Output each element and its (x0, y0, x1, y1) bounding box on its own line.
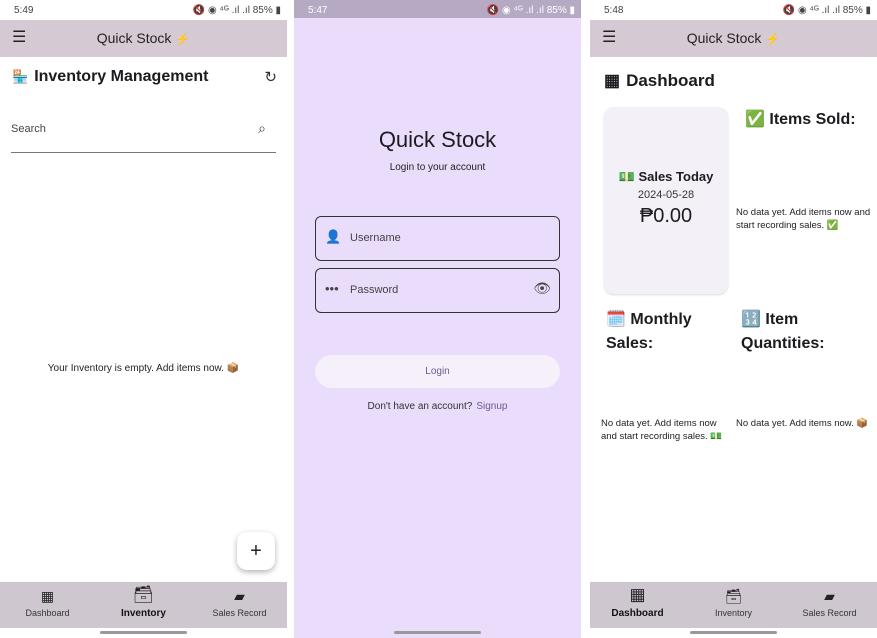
item-quantities-title: 🔢 Item Quantities: (741, 311, 825, 352)
dashboard-icon: ▦ (40, 588, 55, 604)
items-sold-message: No data yet. Add items now and start rec… (736, 207, 871, 231)
nav-label: Dashboard (25, 608, 70, 618)
signup-prompt: Don't have an account? Signup (294, 401, 581, 412)
add-item-button[interactable]: + (237, 532, 275, 570)
page-title-text: Dashboard (626, 71, 715, 90)
monthly-sales-title: 🗓️ Monthly Sales: (606, 311, 692, 352)
username-placeholder: Username (350, 232, 401, 244)
status-bar: 5:48 🔇 ◉ ⁴ᴳ .ıl .ıl 85% ▮ (590, 0, 877, 20)
sales-today-date: 2024-05-28 (637, 189, 695, 201)
page-title: 🏪 Inventory Management (12, 68, 208, 86)
nav-item-dashboard[interactable]: ▦ Dashboard (590, 582, 685, 628)
nav-item-inventory[interactable]: 🗃 Inventory (96, 582, 191, 628)
sales-record-icon: ▰ (234, 588, 245, 604)
login-subtitle: Login to your account (389, 162, 486, 173)
app-bar: ☰ Quick Stock ⚡ (590, 20, 877, 57)
sales-today-amount: ₱0.00 (639, 205, 693, 227)
nav-label: Dashboard (611, 608, 664, 619)
nav-item-sales-record[interactable]: ▰ Sales Record (192, 582, 287, 628)
sales-today-card: 💵 Sales Today 2024-05-28 ₱0.00 (604, 107, 728, 294)
search-placeholder: Search (11, 123, 46, 135)
status-bar: 5:47 🔇 ◉ ⁴ᴳ .ıl .ıl 85% ▮ (294, 0, 581, 18)
home-indicator (394, 631, 481, 634)
status-icons: 🔇 ◉ ⁴ᴳ .ıl .ıl 85% ▮ (782, 5, 871, 16)
login-screen: 5:47 🔇 ◉ ⁴ᴳ .ıl .ıl 85% ▮ Quick Stock Lo… (294, 0, 581, 638)
search-icon[interactable]: ⌕ (258, 120, 266, 137)
page-title-text: Inventory Management (34, 68, 209, 85)
status-icons: 🔇 ◉ ⁴ᴳ .ıl .ıl 85% ▮ (192, 5, 281, 16)
status-time: 5:47 (308, 5, 328, 16)
login-button[interactable]: Login (315, 355, 560, 388)
search-input[interactable]: Search ⌕ (11, 115, 276, 153)
dashboard-icon: ▦ (629, 585, 646, 604)
username-field[interactable]: 👤 Username (315, 216, 560, 261)
refresh-icon[interactable]: ↻ (264, 68, 277, 86)
store-icon: 🏪 (12, 69, 29, 84)
items-sold-title: ✅ Items Sold: (745, 111, 856, 128)
sales-record-icon: ▰ (824, 588, 835, 604)
password-placeholder: Password (350, 284, 399, 296)
bottom-nav: ▦ Dashboard 🗃 Inventory ▰ Sales Record (0, 582, 287, 628)
item-quantities-message: No data yet. Add items now. 📦 (736, 418, 869, 429)
signup-link[interactable]: Signup (476, 401, 507, 412)
nav-label: Inventory (120, 608, 166, 619)
eye-icon[interactable]: 👁 (533, 280, 551, 297)
app-bar: ☰ Quick Stock ⚡ (0, 20, 287, 57)
bottom-nav: ▦ Dashboard 🗃 Inventory ▰ Sales Record (590, 582, 877, 628)
empty-inventory-message: Your Inventory is empty. Add items now. … (47, 363, 240, 374)
person-icon: 👤 (325, 229, 342, 244)
password-field[interactable]: ••• Password 👁 (315, 268, 560, 313)
status-time: 5:49 (14, 5, 34, 16)
password-dots-icon: ••• (325, 281, 339, 296)
home-indicator (690, 631, 777, 634)
page-title: ▦ Dashboard (604, 71, 715, 91)
status-time: 5:48 (604, 5, 624, 16)
app-title: Quick Stock ⚡ (590, 30, 877, 46)
app-title: Quick Stock ⚡ (0, 30, 287, 46)
nav-label: Inventory (714, 608, 753, 618)
bolt-icon: ⚡ (175, 32, 191, 46)
nav-item-dashboard[interactable]: ▦ Dashboard (0, 582, 95, 628)
bolt-icon: ⚡ (765, 32, 781, 46)
monthly-sales-message: No data yet. Add items now and start rec… (601, 418, 723, 442)
nav-item-sales-record[interactable]: ▰ Sales Record (782, 582, 877, 628)
login-title: Quick Stock (378, 127, 497, 152)
inventory-icon: 🗃 (132, 585, 155, 604)
dashboard-screen: 5:48 🔇 ◉ ⁴ᴳ .ıl .ıl 85% ▮ ☰ Quick Stock … (590, 0, 877, 638)
inventory-icon: 🗃 (724, 588, 743, 604)
nav-label: Sales Record (212, 608, 267, 618)
status-bar: 5:49 🔇 ◉ ⁴ᴳ .ıl .ıl 85% ▮ (0, 0, 287, 20)
sales-today-title: 💵 Sales Today (618, 169, 714, 184)
nav-item-inventory[interactable]: 🗃 Inventory (686, 582, 781, 628)
inventory-screen: 5:49 🔇 ◉ ⁴ᴳ .ıl .ıl 85% ▮ ☰ Quick Stock … (0, 0, 287, 638)
dashboard-icon: ▦ (604, 71, 621, 90)
app-title-text: Quick Stock (686, 30, 762, 46)
app-title-text: Quick Stock (96, 30, 172, 46)
nav-label: Sales Record (802, 608, 857, 618)
home-indicator (100, 631, 187, 634)
status-icons: 🔇 ◉ ⁴ᴳ .ıl .ıl 85% ▮ (486, 5, 575, 16)
signup-prompt-text: Don't have an account? (367, 401, 473, 412)
